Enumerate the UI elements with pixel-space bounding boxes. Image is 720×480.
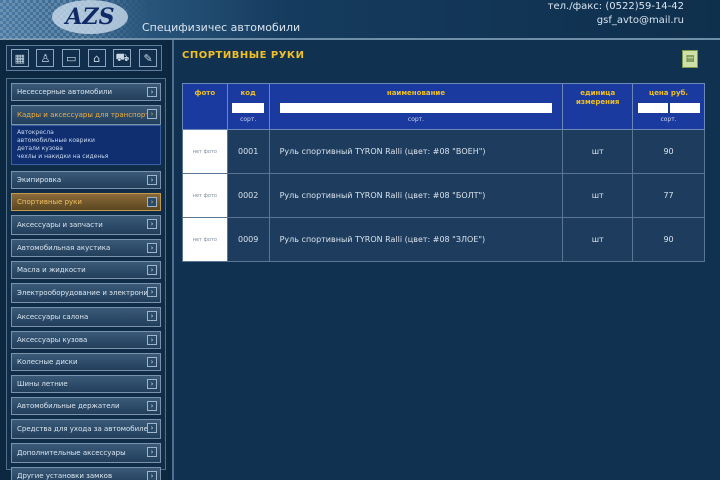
home-icon[interactable]: ⌂	[87, 49, 106, 67]
table-row[interactable]: нет фото 0002 Руль спортивный TYRON Rall…	[182, 173, 705, 218]
arrow-icon: ›	[147, 109, 157, 119]
menu-item[interactable]: Аксессуары салона ›	[11, 307, 161, 327]
menu-item-active[interactable]: Спортивные руки ›	[11, 193, 161, 211]
product-photo[interactable]: нет фото	[182, 129, 228, 174]
product-unit: шт	[562, 217, 634, 262]
menu-item[interactable]: Дополнительные аксессуары ›	[11, 443, 161, 463]
menu-item[interactable]: Колесные диски ›	[11, 353, 161, 371]
product-name[interactable]: Руль спортивный TYRON Ralli (цвет: #08 "…	[268, 129, 564, 174]
table-row[interactable]: нет фото 0009 Руль спортивный TYRON Rall…	[182, 217, 705, 262]
page-title: СПОРТИВНЫЕ РУКИ	[182, 50, 305, 61]
table-icon[interactable]: ▦	[10, 49, 29, 67]
contact-phone: тел./факс: (0522)59-14-42	[547, 1, 684, 12]
menu-item[interactable]: Средства для ухода за автомобилем ›	[11, 419, 161, 439]
document-icon[interactable]: ▤	[682, 50, 698, 68]
arrow-icon: ›	[147, 471, 157, 480]
product-name[interactable]: Руль спортивный TYRON Ralli (цвет: #08 "…	[268, 217, 564, 262]
menu-item[interactable]: Аксессуары кузова ›	[11, 331, 161, 349]
arrow-icon: ›	[147, 357, 157, 367]
menu-item[interactable]: Кадры и аксессуары для транспорта ›	[11, 105, 161, 125]
product-code: 0001	[226, 129, 270, 174]
menu-item[interactable]: Электрооборудование и электроника ›	[11, 283, 161, 303]
site-slogan: Специфизичес автомобили	[142, 21, 301, 34]
menu-item[interactable]: Автомобильные держатели ›	[11, 397, 161, 415]
contacts: тел./факс: (0522)59-14-42 gsf_avto@mail.…	[548, 0, 684, 28]
product-photo[interactable]: нет фото	[182, 217, 228, 262]
product-unit: шт	[562, 129, 634, 174]
product-price: 77	[632, 173, 705, 218]
cart-icon[interactable]: ⛟	[113, 49, 132, 67]
col-name[interactable]: наименование сорт.	[268, 83, 564, 130]
site-logo[interactable]: AZS	[52, 0, 128, 34]
arrow-icon: ›	[147, 401, 157, 411]
price-from-input[interactable]	[637, 103, 668, 113]
person-icon[interactable]: ♙	[36, 49, 55, 67]
product-code: 0009	[226, 217, 270, 262]
arrow-icon: ›	[147, 423, 157, 433]
name-filter-input[interactable]	[279, 103, 552, 113]
arrow-icon: ›	[147, 287, 157, 297]
product-name[interactable]: Руль спортивный TYRON Ralli (цвет: #08 "…	[268, 173, 564, 218]
col-photo: фото	[182, 83, 228, 130]
product-photo[interactable]: нет фото	[182, 173, 228, 218]
arrow-icon: ›	[147, 447, 157, 457]
col-code[interactable]: код сорт.	[226, 83, 270, 130]
arrow-icon: ›	[147, 311, 157, 321]
main-content: СПОРТИВНЫЕ РУКИ ▤ фото код сорт. наимено…	[172, 40, 720, 480]
arrow-icon: ›	[147, 87, 157, 97]
page-header: AZS Специфизичес автомобили тел./факс: (…	[0, 0, 720, 40]
menu-item[interactable]: Экипировка ›	[11, 171, 161, 189]
submenu[interactable]: Автокресла автомобильные коврики детали …	[11, 125, 161, 165]
arrow-icon: ›	[147, 335, 157, 345]
col-unit: единица измерения	[562, 83, 634, 130]
product-unit: шт	[562, 173, 634, 218]
arrow-icon: ›	[147, 175, 157, 185]
card-icon[interactable]: ▭	[62, 49, 81, 67]
sort-link[interactable]: сорт.	[270, 115, 563, 124]
product-table: фото код сорт. наименование сорт. единиц…	[182, 83, 705, 262]
product-price: 90	[632, 217, 705, 262]
sort-link[interactable]: сорт.	[633, 115, 704, 124]
arrow-icon: ›	[147, 219, 157, 229]
col-price[interactable]: цена руб. сорт.	[632, 83, 705, 130]
sort-link[interactable]: сорт.	[228, 115, 269, 124]
price-to-input[interactable]	[669, 103, 700, 113]
menu-item[interactable]: Автомобильная акустика ›	[11, 239, 161, 257]
arrow-icon: ›	[147, 379, 157, 389]
arrow-icon: ›	[147, 243, 157, 253]
menu-item[interactable]: Аксессуары и запчасти ›	[11, 215, 161, 235]
category-menu: Несессерные автомобили › Кадры и аксессуа…	[6, 78, 166, 480]
arrow-icon: ›	[147, 197, 157, 207]
icon-toolbar: ▦ ♙ ▭ ⌂ ⛟ ✎	[6, 45, 162, 71]
menu-item[interactable]: Шины летние ›	[11, 375, 161, 393]
table-row[interactable]: нет фото 0001 Руль спортивный TYRON Rall…	[182, 129, 705, 174]
menu-item[interactable]: Масла и жидкости ›	[11, 261, 161, 279]
product-price: 90	[632, 129, 705, 174]
product-code: 0002	[226, 173, 270, 218]
menu-item[interactable]: Несессерные автомобили ›	[11, 83, 161, 101]
code-filter-input[interactable]	[232, 103, 265, 113]
menu-item[interactable]: Другие установки замков ›	[11, 467, 161, 480]
contact-email[interactable]: gsf_avto@mail.ru	[548, 14, 684, 28]
tool-icon[interactable]: ✎	[139, 49, 158, 67]
arrow-icon: ›	[147, 265, 157, 275]
